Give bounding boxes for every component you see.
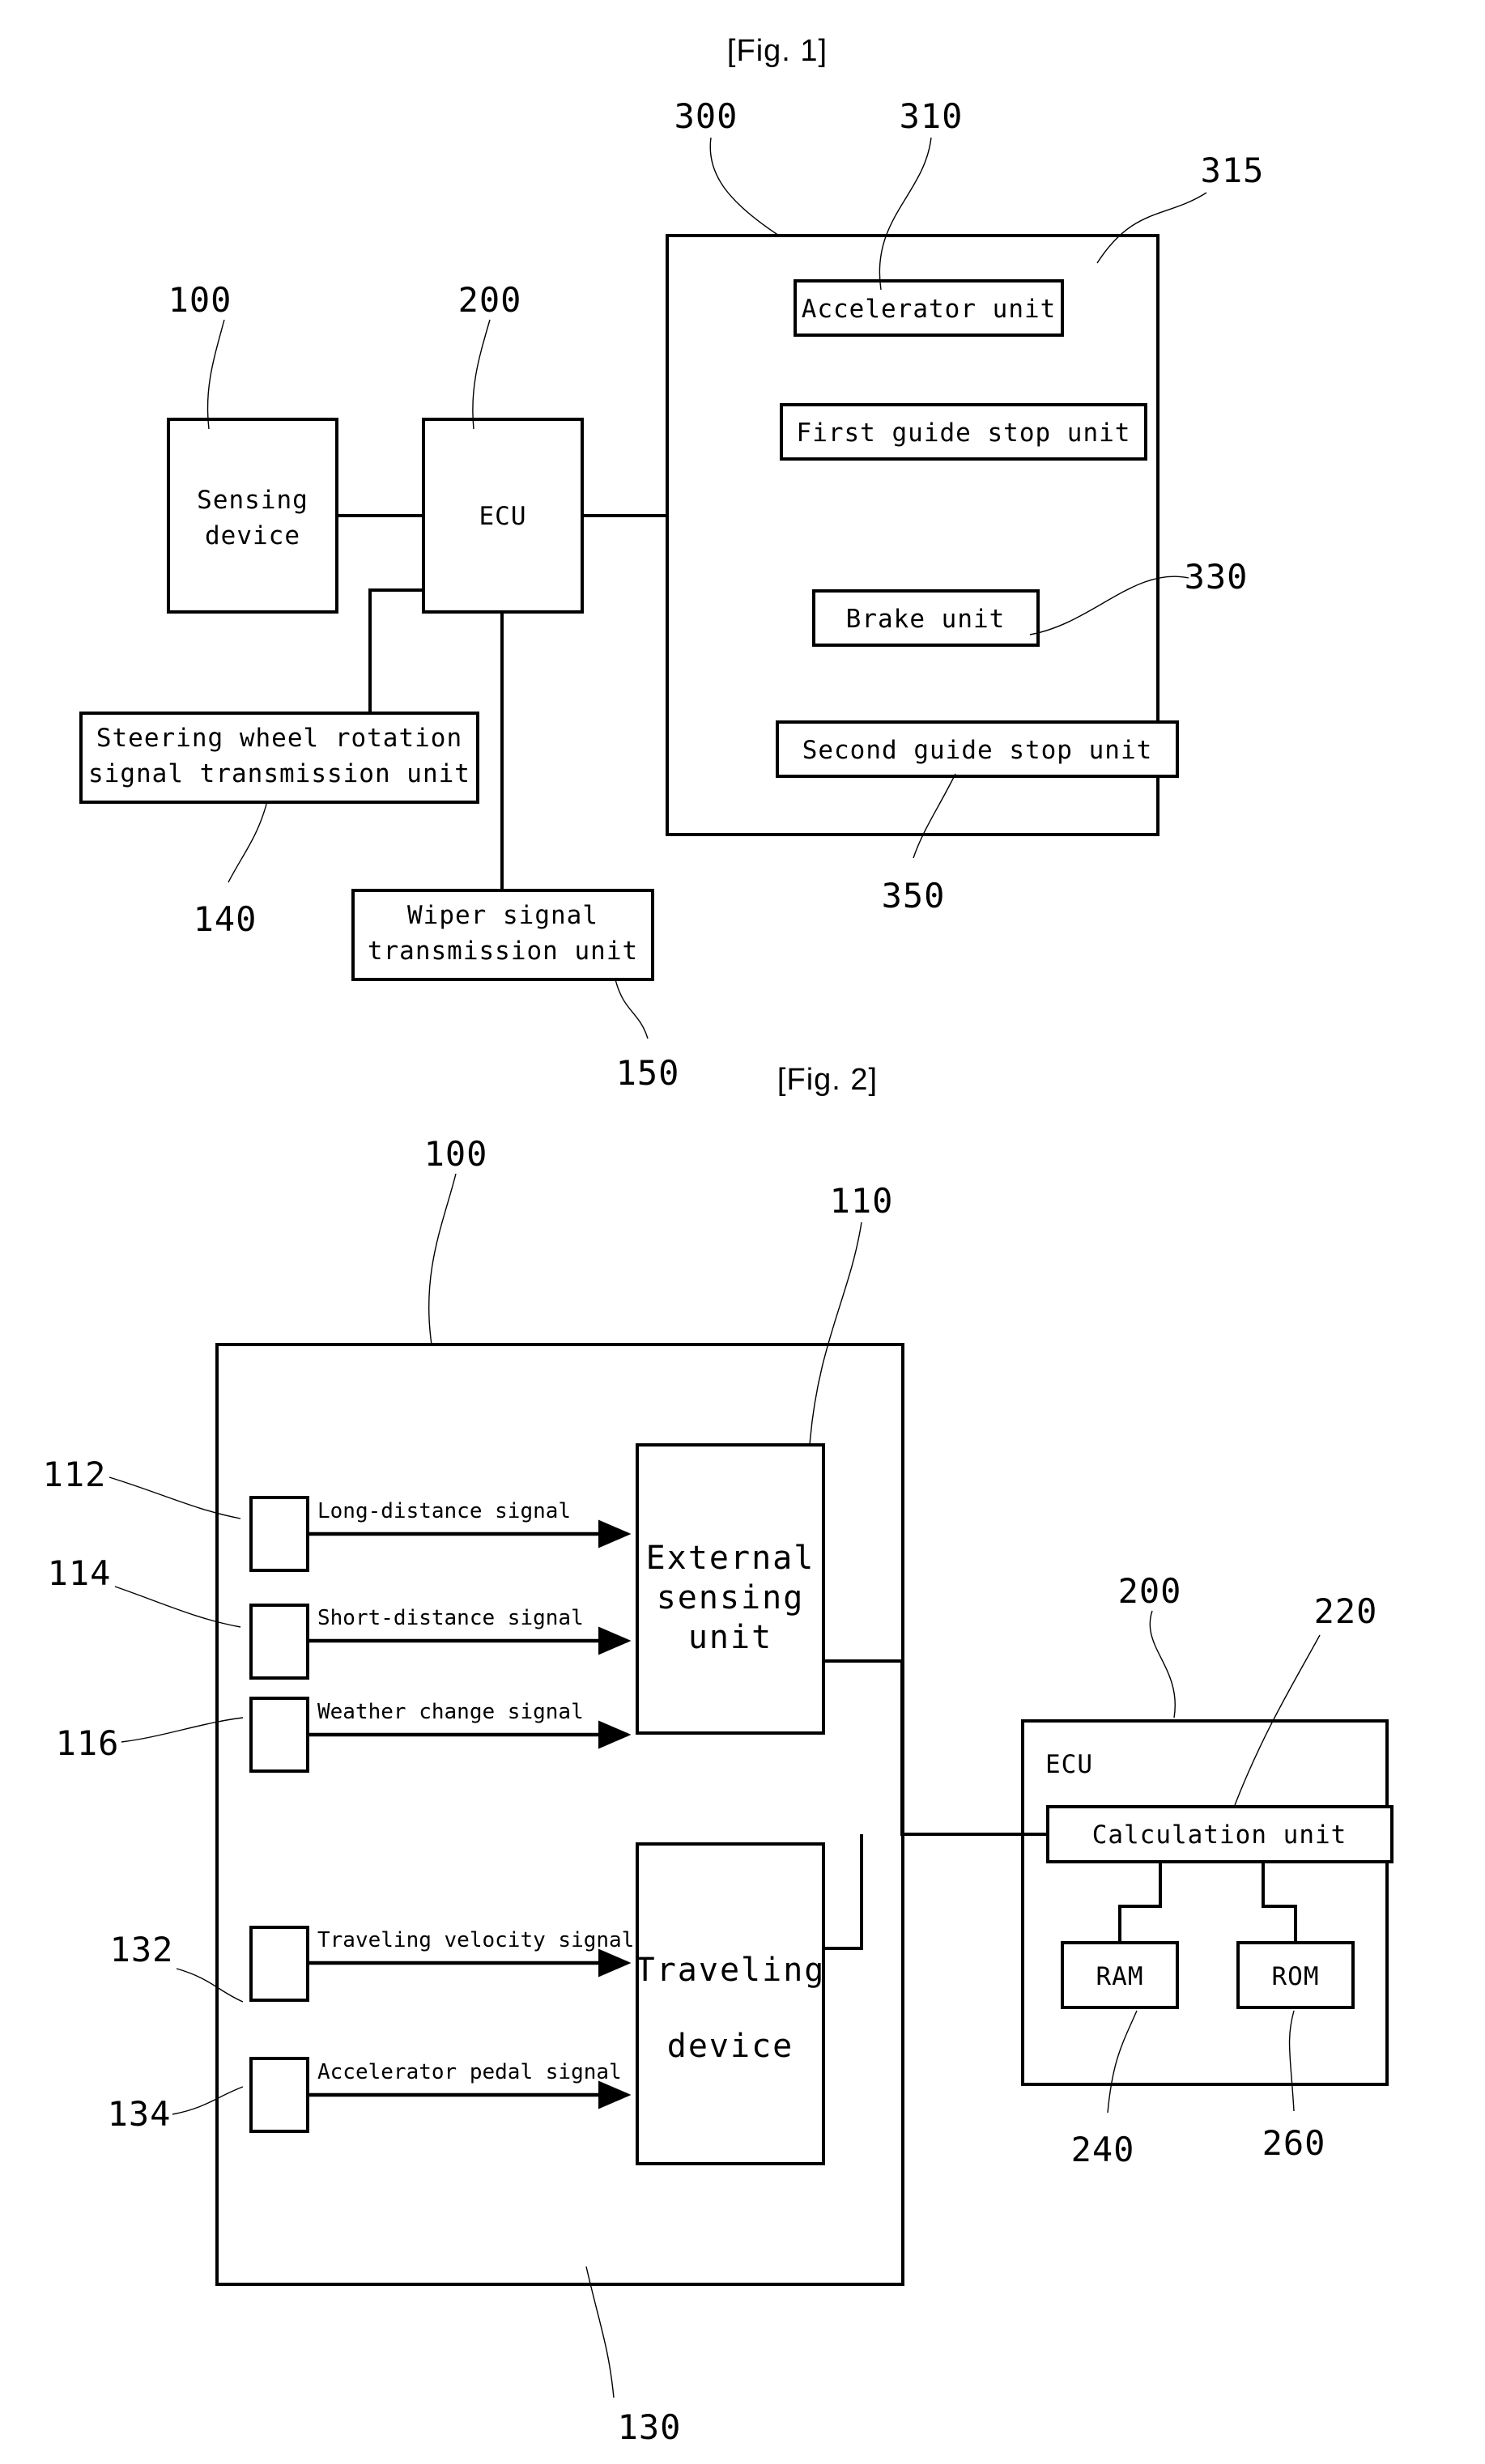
fig1-second-guide-label: Second guide stop unit <box>802 736 1153 765</box>
fig2-external-sensing-line1: External <box>646 1540 815 1577</box>
fig2-ref-200: 200 <box>1118 1571 1182 1611</box>
fig1-steering-label-line1: Steering wheel rotation <box>96 724 462 753</box>
fig2-source-box-134 <box>249 2057 309 2133</box>
fig1-ref-200: 200 <box>458 280 522 320</box>
fig1-leader-300 <box>709 137 780 236</box>
fig2-ref-130: 130 <box>618 2407 682 2447</box>
fig1-first-guide-label: First guide stop unit <box>797 418 1131 448</box>
fig2-signal-label-accelerator-pedal: Accelerator pedal signal <box>317 2060 622 2084</box>
fig1-leader-140 <box>228 801 268 883</box>
fig1-leader-200 <box>472 319 491 430</box>
fig2-leader-200 <box>1149 1610 1176 1718</box>
fig2-box-traveling-device <box>636 1842 825 2165</box>
fig2-ref-100: 100 <box>424 1134 488 1174</box>
fig1-steering-label-line2: signal transmission unit <box>88 759 470 788</box>
line-ecu-to-steering <box>368 588 423 713</box>
fig1-ref-150: 150 <box>616 1053 680 1093</box>
figure-1-svg: [Fig. 1] Sensing device ECU Steering whe… <box>43 34 1394 2447</box>
patent-drawing-sheet: [Fig. 1] Sensing device ECU Steering whe… <box>0 0 1485 2464</box>
fig2-traveling-device-line2: device <box>667 2028 794 2065</box>
fig2-ref-132: 132 <box>110 1930 174 1969</box>
fig2-ecu-label: ECU <box>1045 1750 1093 1779</box>
fig1-accelerator-label: Accelerator unit <box>802 295 1057 324</box>
fig2-ref-134: 134 <box>108 2094 172 2134</box>
fig1-ref-330: 330 <box>1185 557 1249 597</box>
fig1-ref-100: 100 <box>168 280 232 320</box>
fig2-calculation-unit-label: Calculation unit <box>1092 1820 1347 1850</box>
fig2-source-box-114 <box>249 1604 309 1680</box>
fig2-ref-112: 112 <box>43 1455 107 1494</box>
fig2-external-sensing-line2: sensing <box>657 1579 805 1616</box>
fig1-sensing-device-label-line1: Sensing <box>197 486 308 515</box>
fig2-external-sensing-line3: unit <box>688 1619 772 1656</box>
fig2-signal-label-short-distance: Short-distance signal <box>317 1606 584 1630</box>
fig2-signal-label-traveling-velocity: Traveling velocity signal <box>317 1928 634 1952</box>
fig2-traveling-device-line1: Traveling <box>636 1952 826 1989</box>
fig2-signal-label-long-distance: Long-distance signal <box>317 1499 571 1523</box>
fig1-wiper-label-line2: transmission unit <box>368 937 638 966</box>
fig1-ref-350: 350 <box>882 876 946 916</box>
fig2-leader-130 <box>585 2266 615 2398</box>
fig2-signal-label-weather-change: Weather change signal <box>317 1700 584 1724</box>
fig2-ram-label: RAM <box>1096 1962 1144 1991</box>
fig2-ref-260: 260 <box>1262 2123 1326 2163</box>
figure-1-title: [Fig. 1] <box>727 34 828 68</box>
fig1-leader-100 <box>206 319 225 430</box>
fig1-ref-310: 310 <box>900 96 964 136</box>
fig2-source-box-116 <box>249 1697 309 1773</box>
fig1-leader-150 <box>615 979 649 1039</box>
fig1-sensing-device-label-line2: device <box>205 521 300 550</box>
fig2-ref-116: 116 <box>56 1723 120 1763</box>
fig1-box-sensing-device <box>167 418 338 614</box>
fig1-ecu-label: ECU <box>479 502 527 531</box>
fig2-leader-100 <box>428 1173 457 1345</box>
fig2-ref-220: 220 <box>1314 1591 1378 1631</box>
fig2-ref-114: 114 <box>48 1553 112 1593</box>
fig2-rom-label: ROM <box>1272 1962 1320 1991</box>
fig2-source-box-112 <box>249 1496 309 1572</box>
fig1-ref-315: 315 <box>1201 151 1265 190</box>
fig2-source-box-132 <box>249 1926 309 2002</box>
fig2-ref-110: 110 <box>830 1181 894 1221</box>
fig1-ref-140: 140 <box>194 899 257 939</box>
fig1-brake-label: Brake unit <box>846 605 1006 634</box>
fig1-wiper-label-line1: Wiper signal <box>407 901 598 930</box>
fig1-ref-300: 300 <box>674 96 738 136</box>
fig2-ref-240: 240 <box>1071 2130 1135 2169</box>
figure-2-title: [Fig. 2] <box>777 1063 878 1097</box>
